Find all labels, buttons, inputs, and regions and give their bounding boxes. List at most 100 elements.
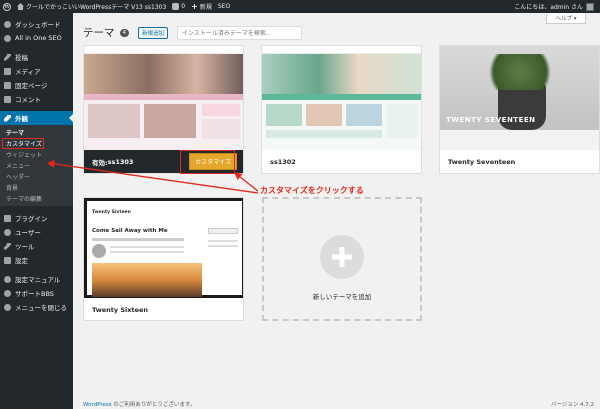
- theme-card-twenty-sixteen[interactable]: Twenty Sixteen Come Sail Away with Me Tw…: [83, 197, 244, 321]
- submenu-header[interactable]: ヘッダー: [0, 171, 73, 182]
- menu-users[interactable]: ユーザー: [0, 225, 73, 239]
- comments-icon: [4, 95, 11, 103]
- menu-label: コメント: [15, 96, 41, 104]
- submenu-widgets[interactable]: ウィジェット: [0, 149, 73, 160]
- pin-icon: [4, 53, 11, 61]
- menu-media[interactable]: メディア: [0, 64, 73, 78]
- collapse-icon: [4, 303, 11, 311]
- add-new-theme-card[interactable]: 新しいテーマを追加: [262, 197, 422, 321]
- admin-bar: W クールでかっこいいWordPressテーマ V13 ss1303 0 + 新…: [0, 0, 600, 13]
- theme-name-bar: Twenty Sixteen: [84, 298, 243, 321]
- submenu-customize[interactable]: カスタマイズ: [2, 138, 44, 149]
- preview-site-title: Twenty Sixteen: [92, 210, 131, 215]
- dashboard-icon: [4, 20, 11, 28]
- help-label: ヘルプ ▾: [555, 16, 577, 22]
- menu-label: ユーザー: [15, 229, 41, 237]
- menu-label: ダッシュボード: [15, 21, 61, 29]
- menu-tools[interactable]: ツール: [0, 239, 73, 253]
- theme-count-badge: 4: [119, 28, 129, 37]
- submenu-themes[interactable]: テーマ: [0, 127, 73, 138]
- menu-label: All in One SEO: [15, 34, 62, 42]
- menu-label: 外観: [15, 115, 28, 123]
- menu-all-in-one-seo[interactable]: All in One SEO: [0, 31, 73, 45]
- plugins-icon: [4, 214, 11, 222]
- menu-plugins[interactable]: プラグイン: [0, 211, 73, 225]
- theme-name: ss1302: [270, 157, 296, 166]
- admin-sidebar: ダッシュボード All in One SEO 投稿 メディア 固定ページ コメン…: [0, 13, 73, 409]
- menu-collapse[interactable]: メニューを閉じる: [0, 300, 73, 314]
- pages-icon: [4, 81, 11, 89]
- theme-name-bar: Twenty Seventeen: [440, 150, 599, 173]
- add-new-button[interactable]: 新規追加: [138, 26, 169, 39]
- seo-menu[interactable]: SEO: [215, 0, 233, 13]
- home-icon: [17, 3, 24, 10]
- menu-support-bbs[interactable]: サポートBBS: [0, 286, 73, 300]
- theme-preview-title: TWENTY SEVENTEEN: [446, 116, 536, 124]
- menu-label: メニューを閉じる: [15, 304, 67, 312]
- footer-version: バージョン 4.7.2: [550, 402, 594, 408]
- seo-label: SEO: [217, 3, 231, 10]
- appearance-icon: [4, 114, 11, 122]
- my-account[interactable]: こんにちは、admin さん: [514, 2, 600, 11]
- wordpress-link[interactable]: WordPress: [83, 402, 112, 408]
- plus-icon: +: [191, 2, 198, 11]
- menu-pages[interactable]: 固定ページ: [0, 78, 73, 92]
- menu-posts[interactable]: 投稿: [0, 50, 73, 64]
- plus-icon: [320, 235, 364, 279]
- submenu-background[interactable]: 背景: [0, 182, 73, 193]
- menu-settings[interactable]: 設定: [0, 253, 73, 267]
- footer-thanks: WordPress のご利用ありがとうございます。: [83, 400, 195, 408]
- annotation-text: カスタマイズをクリックする: [260, 186, 364, 195]
- theme-screenshot: [262, 46, 421, 150]
- menu-label: ツール: [15, 243, 35, 251]
- theme-card-ss1302[interactable]: ss1302: [261, 45, 422, 174]
- appearance-submenu: テーマ カスタマイズ ウィジェット メニュー ヘッダー 背景 テーマの編集: [0, 125, 73, 206]
- seo-icon: [4, 34, 11, 42]
- site-name-link[interactable]: クールでかっこいいWordPressテーマ V13 ss1303: [14, 0, 169, 13]
- users-icon: [4, 228, 11, 236]
- menu-label: 設定マニュアル: [15, 276, 61, 284]
- new-label: 新規: [199, 4, 212, 11]
- menu-appearance[interactable]: 外観: [0, 111, 73, 125]
- menu-label: 設定: [15, 257, 28, 265]
- preview-heading: Come Sail Away with Me: [92, 228, 168, 234]
- site-name: クールでかっこいいWordPressテーマ V13 ss1303: [26, 4, 167, 11]
- comment-bubble-icon: [172, 3, 180, 10]
- menu-comments[interactable]: コメント: [0, 92, 73, 106]
- wordpress-logo-icon: W: [3, 2, 11, 11]
- tools-icon: [4, 242, 11, 250]
- help-tab[interactable]: ヘルプ ▾: [546, 13, 586, 24]
- menu-label: プラグイン: [15, 215, 48, 223]
- greeting: こんにちは、admin さん: [514, 4, 583, 11]
- support-icon: [4, 289, 11, 297]
- active-prefix: 有効:: [92, 158, 108, 167]
- theme-screenshot: [84, 46, 243, 150]
- submenu-menus[interactable]: メニュー: [0, 160, 73, 171]
- media-icon: [4, 67, 11, 75]
- theme-search-input[interactable]: インストール済みテーマを検索...: [177, 25, 303, 40]
- theme-name: ss1303: [107, 157, 134, 166]
- menu-setting-manual[interactable]: 設定マニュアル: [0, 272, 73, 286]
- theme-name: Twenty Sixteen: [92, 305, 149, 314]
- footer-text: のご利用ありがとうございます。: [111, 402, 196, 408]
- submenu-theme-editor[interactable]: テーマの編集: [0, 193, 73, 204]
- theme-name: Twenty Seventeen: [448, 157, 516, 166]
- wp-logo-menu[interactable]: W: [0, 0, 14, 13]
- theme-card-twenty-seventeen[interactable]: TWENTY SEVENTEEN Twenty Seventeen: [439, 45, 600, 174]
- comments-link[interactable]: 0: [169, 0, 188, 13]
- add-new-theme-label: 新しいテーマを追加: [312, 293, 372, 301]
- theme-name-bar: ss1302: [262, 150, 421, 173]
- menu-label: 投稿: [15, 54, 28, 62]
- new-content-link[interactable]: + 新規: [188, 0, 215, 13]
- avatar: [586, 2, 594, 11]
- manual-icon: [4, 275, 11, 283]
- menu-label: メディア: [15, 68, 41, 76]
- comments-count: 0: [181, 3, 186, 10]
- page-title: テーマ: [83, 27, 115, 39]
- settings-icon: [4, 256, 11, 264]
- menu-label: 固定ページ: [15, 82, 48, 90]
- menu-dashboard[interactable]: ダッシュボード: [0, 17, 73, 31]
- theme-screenshot: TWENTY SEVENTEEN: [440, 46, 599, 150]
- page-header: テーマ 4 新規追加 インストール済みテーマを検索...: [83, 25, 303, 40]
- theme-screenshot: Twenty Sixteen Come Sail Away with Me: [84, 198, 243, 298]
